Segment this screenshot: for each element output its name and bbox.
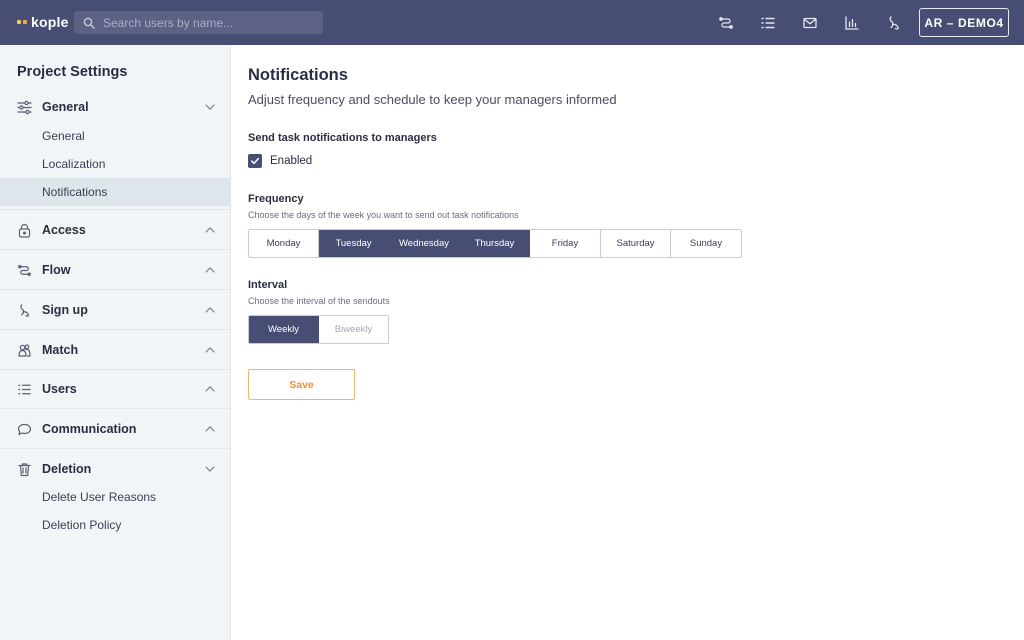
sidebar-section-label: General (42, 100, 89, 114)
sidebar-item-delete-user-reasons[interactable]: Delete User Reasons (0, 483, 230, 511)
frequency-day-selector: Monday Tuesday Wednesday Thursday Friday… (248, 229, 742, 258)
sidebar: Project Settings General General Localiz… (0, 45, 231, 640)
match-icon (16, 342, 32, 358)
sidebar-divider (0, 209, 230, 210)
sidebar-section-header-general[interactable]: General (0, 95, 230, 119)
interval-label: Interval (248, 279, 288, 291)
sidebar-item-notifications[interactable]: Notifications (0, 178, 230, 206)
search-input[interactable] (103, 15, 313, 30)
enabled-label: Enabled (270, 155, 313, 167)
sliders-icon (16, 99, 32, 115)
chevron-down-icon (205, 466, 215, 472)
sidebar-divider (0, 408, 230, 409)
frequency-hint: Choose the days of the week you want to … (248, 210, 519, 220)
sidebar-item-label: Notifications (42, 185, 108, 199)
sidebar-section-label: Access (42, 223, 86, 237)
sidebar-item-general[interactable]: General (0, 122, 230, 150)
enabled-checkbox[interactable] (248, 154, 262, 168)
day-button-monday[interactable]: Monday (249, 230, 319, 257)
sidebar-divider (0, 369, 230, 370)
sidebar-divider (0, 329, 230, 330)
sidebar-section-header-deletion[interactable]: Deletion (0, 457, 230, 481)
chart-icon[interactable] (842, 13, 862, 33)
sidebar-section-label: Sign up (42, 303, 88, 317)
day-button-wednesday[interactable]: Wednesday (389, 230, 460, 257)
sidebar-section-header-flow[interactable]: Flow (0, 258, 230, 282)
search-box[interactable] (74, 11, 323, 34)
page-title: Notifications (248, 66, 348, 84)
sidebar-divider (0, 289, 230, 290)
sidebar-section-label: Flow (42, 263, 71, 277)
day-button-thursday[interactable]: Thursday (460, 230, 530, 257)
chevron-up-icon (205, 267, 215, 273)
sidebar-section-label: Match (42, 343, 79, 357)
sidebar-section-header-communication[interactable]: Communication (0, 417, 230, 441)
chevron-up-icon (205, 227, 215, 233)
sidebar-title: Project Settings (17, 64, 128, 80)
sidebar-section-header-access[interactable]: Access (0, 218, 230, 242)
sidebar-section-label: Deletion (42, 462, 92, 476)
page-subtitle: Adjust frequency and schedule to keep yo… (248, 92, 617, 107)
sidebar-item-deletion-policy[interactable]: Deletion Policy (0, 511, 230, 539)
sidebar-divider (0, 448, 230, 449)
mail-icon[interactable] (800, 13, 820, 33)
day-button-friday[interactable]: Friday (530, 230, 601, 257)
day-button-saturday[interactable]: Saturday (601, 230, 671, 257)
trash-icon (16, 461, 32, 477)
sidebar-section-label: Users (42, 382, 77, 396)
interval-selector: Weekly Biweekly (248, 315, 389, 344)
sidebar-divider (0, 249, 230, 250)
sidebar-item-label: Localization (42, 157, 106, 171)
chevron-down-icon (205, 104, 215, 110)
interval-button-biweekly[interactable]: Biweekly (319, 316, 388, 343)
interval-button-weekly[interactable]: Weekly (249, 316, 319, 343)
chevron-up-icon (205, 426, 215, 432)
sidebar-item-label: General (42, 129, 85, 143)
logo-mark (17, 20, 27, 24)
search-icon (83, 17, 95, 29)
signup-icon (16, 302, 32, 318)
sidebar-item-label: Delete User Reasons (42, 490, 157, 504)
flow-icon (16, 262, 32, 278)
chevron-up-icon (205, 386, 215, 392)
interval-hint: Choose the interval of the sendouts (248, 296, 390, 306)
chevron-up-icon (205, 347, 215, 353)
account-button[interactable]: AR – DEMO4 (919, 8, 1009, 37)
sidebar-section-header-match[interactable]: Match (0, 338, 230, 362)
chat-icon (16, 421, 32, 437)
day-button-tuesday[interactable]: Tuesday (319, 230, 389, 257)
logo-text: kople (31, 14, 69, 30)
signup-icon[interactable] (884, 13, 904, 33)
app-logo[interactable]: kople (17, 13, 69, 31)
list-icon[interactable] (758, 13, 778, 33)
send-notifications-label: Send task notifications to managers (248, 132, 437, 144)
sidebar-section-header-sign-up[interactable]: Sign up (0, 298, 230, 322)
day-button-sunday[interactable]: Sunday (671, 230, 741, 257)
chevron-up-icon (205, 307, 215, 313)
main-content: Notifications Adjust frequency and sched… (231, 45, 1024, 640)
save-button[interactable]: Save (248, 369, 355, 400)
sidebar-section-label: Communication (42, 422, 137, 436)
list-icon (16, 381, 32, 397)
sidebar-item-label: Deletion Policy (42, 518, 122, 532)
lock-icon (16, 222, 32, 238)
frequency-label: Frequency (248, 193, 304, 205)
top-bar: kople Search users by name... AR – DEMO4 (0, 0, 1024, 45)
sidebar-section-header-users[interactable]: Users (0, 377, 230, 401)
flow-icon[interactable] (716, 13, 736, 33)
sidebar-item-localization[interactable]: Localization (0, 150, 230, 178)
checkmark-icon (251, 157, 260, 165)
